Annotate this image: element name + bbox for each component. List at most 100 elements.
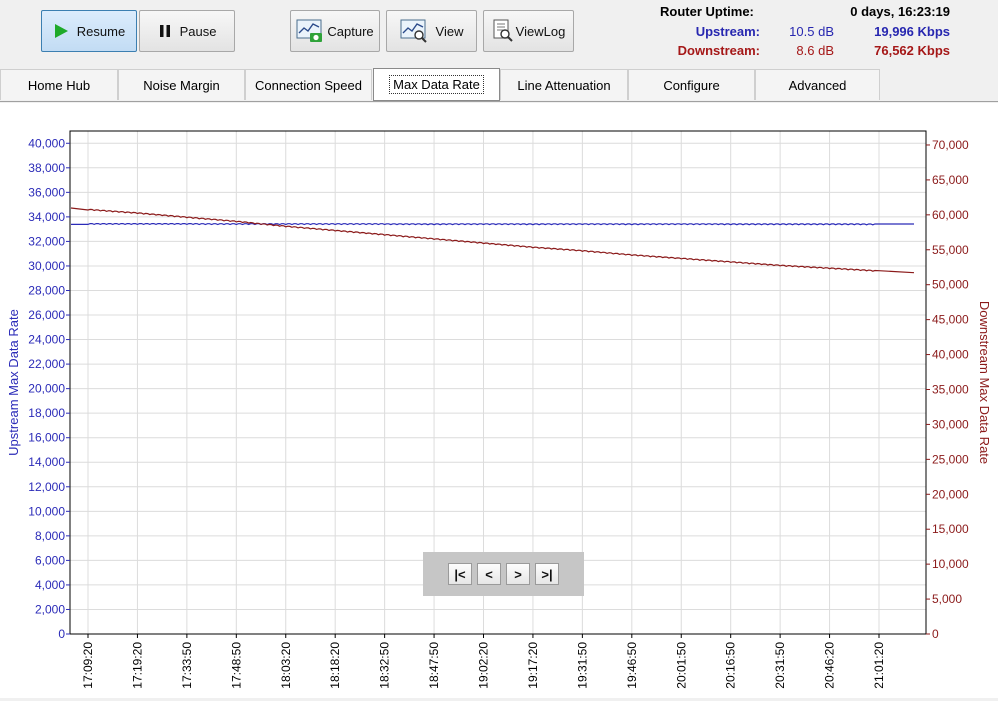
uptime-value: 0 days, 16:23:19	[850, 4, 950, 19]
resume-label: Resume	[76, 23, 126, 39]
y-tick-label: 16,000	[28, 431, 65, 445]
y2-tick-label: 5,000	[932, 592, 962, 606]
view-button[interactable]: View	[386, 10, 477, 52]
y2-tick-label: 65,000	[932, 173, 969, 187]
downstream-label: Downstream:	[677, 43, 760, 58]
tab-line-attenuation[interactable]: Line Attenuation	[500, 69, 628, 100]
y2-tick-label: 25,000	[932, 452, 969, 466]
capture-icon	[296, 18, 324, 44]
y-tick-label: 26,000	[28, 308, 65, 322]
y-tick-label: 20,000	[28, 382, 65, 396]
y2-tick-label: 70,000	[932, 138, 969, 152]
y-tick-label: 34,000	[28, 210, 65, 224]
y2-tick-label: 20,000	[932, 487, 969, 501]
y2-tick-label: 0	[932, 627, 939, 641]
first-page-button[interactable]: |<	[448, 563, 472, 585]
y2-tick-label: 50,000	[932, 278, 969, 292]
y-tick-label: 0	[58, 627, 65, 641]
y2-tick-label: 40,000	[932, 348, 969, 362]
tab-label: Home Hub	[27, 77, 91, 93]
next-page-button[interactable]: >	[506, 563, 530, 585]
tab-label: Configure	[663, 77, 720, 93]
y-tick-label: 14,000	[28, 455, 65, 469]
tab-max-data-rate[interactable]: Max Data Rate	[373, 68, 500, 101]
chart-navigation: |< < > >|	[423, 552, 584, 596]
upstream-db: 10.5 dB	[789, 23, 834, 39]
viewlog-icon	[492, 19, 514, 43]
tab-label: Advanced	[788, 77, 847, 93]
last-page-button[interactable]: >|	[535, 563, 559, 585]
pause-button[interactable]: Pause	[139, 10, 235, 52]
chart-panel: 0 2,000 4,000 6,000 8,000 10,000 12,000 14,000 1…	[0, 103, 998, 698]
play-icon	[53, 23, 69, 39]
x-tick-label: 19:02:20	[477, 642, 491, 689]
viewlog-label: ViewLog	[515, 23, 566, 39]
capture-button[interactable]: Capture	[290, 10, 380, 52]
tab-home-hub[interactable]: Home Hub	[0, 69, 118, 100]
x-tick-label: 20:01:50	[674, 642, 688, 689]
y-tick-label: 36,000	[28, 185, 65, 199]
y-tick-label: 28,000	[28, 283, 65, 297]
x-tick-label: 20:16:50	[724, 642, 738, 689]
x-tick-label: 21:01:20	[872, 642, 886, 689]
capture-label: Capture	[327, 23, 374, 39]
y2-tick-label: 30,000	[932, 417, 969, 431]
y-tick-label: 18,000	[28, 406, 65, 420]
x-tick-label: 18:32:50	[378, 642, 392, 689]
y-tick-label: 32,000	[28, 234, 65, 248]
upstream-label: Upstream:	[695, 23, 760, 39]
resume-button[interactable]: Resume	[41, 10, 137, 52]
x-tick-label: 19:46:50	[625, 642, 639, 689]
viewlog-button[interactable]: ViewLog	[483, 10, 574, 52]
y-tick-label: 4,000	[35, 578, 65, 592]
downstream-kbps: 76,562 Kbps	[874, 43, 950, 58]
y-axis-title: Upstream Max Data Rate	[6, 309, 21, 456]
toolbar: Resume Pause Capture View ViewLog Router…	[0, 0, 998, 68]
y-tick-label: 6,000	[35, 553, 65, 567]
x-tick-label: 19:31:50	[575, 642, 589, 689]
uptime-label: Router Uptime:	[660, 4, 754, 19]
y2-tick-label: 15,000	[932, 522, 969, 536]
x-tick-label: 18:03:20	[279, 642, 293, 689]
tab-advanced[interactable]: Advanced	[755, 69, 880, 100]
tab-label: Noise Margin	[143, 77, 220, 93]
tab-bar: Home Hub Noise Margin Connection Speed M…	[0, 68, 998, 102]
downstream-db: 8.6 dB	[796, 43, 834, 58]
tab-label: Max Data Rate	[389, 75, 484, 94]
previous-page-button[interactable]: <	[477, 563, 501, 585]
x-tick-label: 17:19:20	[130, 642, 144, 689]
pause-label: Pause	[179, 23, 217, 39]
y2-tick-label: 55,000	[932, 243, 969, 257]
y-tick-label: 24,000	[28, 333, 65, 347]
y2-tick-label: 10,000	[932, 557, 969, 571]
router-status-panel: Router Uptime: 0 days, 16:23:19 Upstream…	[660, 2, 950, 61]
tab-configure[interactable]: Configure	[628, 69, 755, 100]
x-tick-label: 17:48:50	[229, 642, 243, 689]
y2-tick-label: 45,000	[932, 313, 969, 327]
x-tick-label: 19:17:20	[526, 642, 540, 689]
y-tick-label: 10,000	[28, 504, 65, 518]
y-tick-label: 38,000	[28, 161, 65, 175]
tab-connection-speed[interactable]: Connection Speed	[245, 69, 372, 100]
y-tick-label: 30,000	[28, 259, 65, 273]
y-tick-label: 8,000	[35, 529, 65, 543]
x-tick-label: 17:09:20	[81, 642, 95, 689]
y2-tick-label: 35,000	[932, 382, 969, 396]
x-tick-label: 20:31:50	[773, 642, 787, 689]
y-tick-label: 2,000	[35, 602, 65, 616]
y-tick-label: 40,000	[28, 136, 65, 150]
y2-tick-label: 60,000	[932, 208, 969, 222]
view-graph-icon	[400, 18, 428, 44]
y2-axis-title: Downstream Max Data Rate	[977, 301, 992, 464]
x-tick-label: 18:18:20	[328, 642, 342, 689]
view-label: View	[435, 23, 464, 39]
y-tick-label: 22,000	[28, 357, 65, 371]
tab-noise-margin[interactable]: Noise Margin	[118, 69, 245, 100]
x-tick-label: 20:46:20	[823, 642, 837, 689]
max-data-rate-chart: 0 2,000 4,000 6,000 8,000 10,000 12,000 14,000 1…	[6, 130, 992, 689]
x-tick-label: 18:47:50	[427, 642, 441, 689]
pause-icon	[158, 24, 172, 38]
y-tick-label: 12,000	[28, 480, 65, 494]
tab-label: Line Attenuation	[517, 77, 611, 93]
x-tick-label: 17:33:50	[180, 642, 194, 689]
